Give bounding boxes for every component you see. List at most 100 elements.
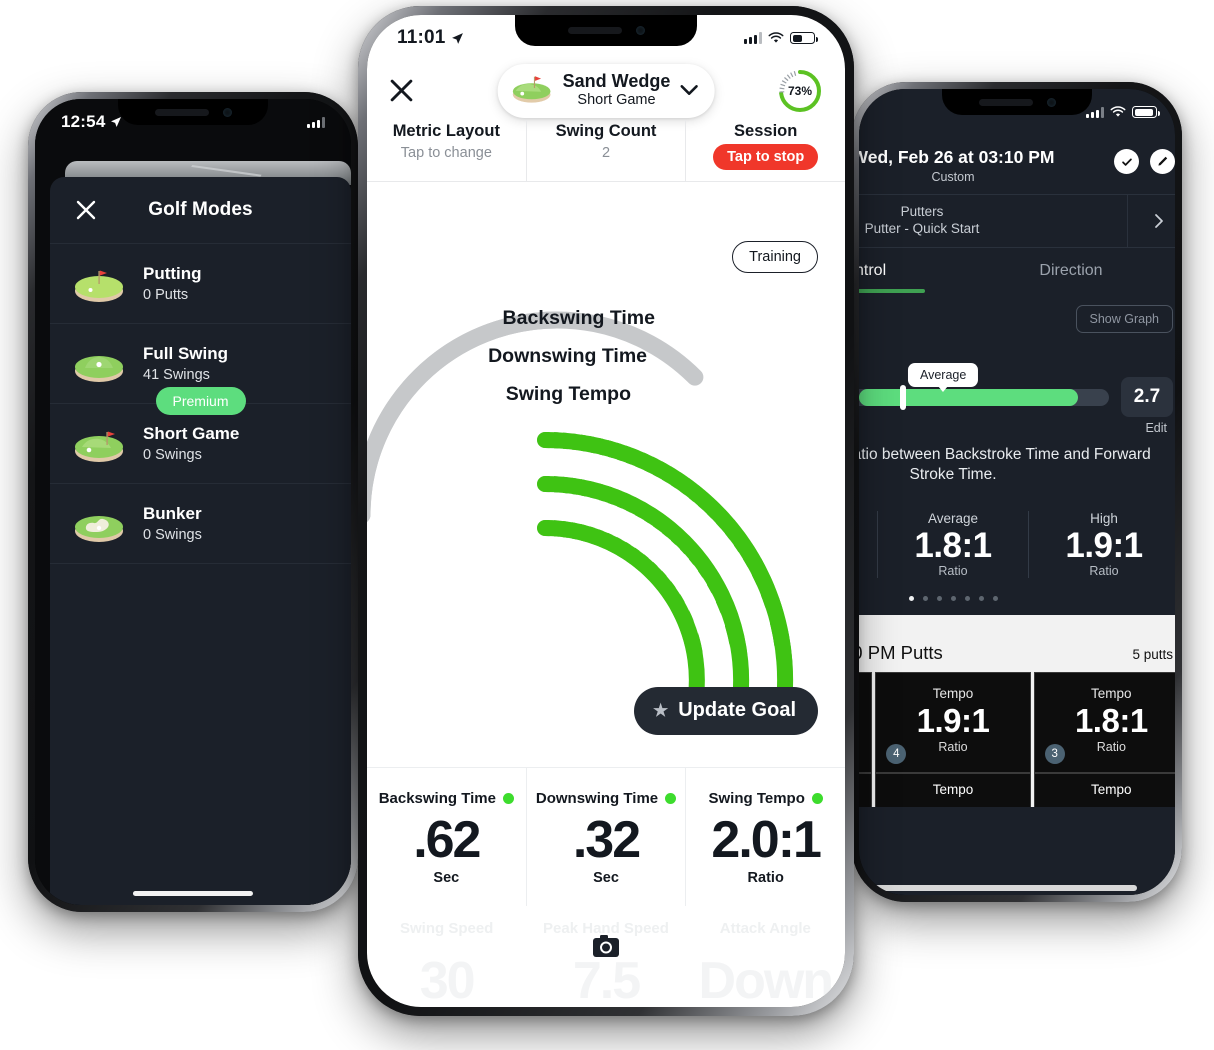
notch [942, 89, 1092, 115]
club-selector-row[interactable]: Putters Putter - Quick Start [859, 194, 1175, 248]
club-text: Putters Putter - Quick Start [859, 195, 1127, 247]
phone-center-live-swing: 11:01 Sand Wedge Short Game 73% Metric L… [358, 6, 854, 1016]
metric-card-tempo[interactable]: Swing Tempo 2.0:1 Ratio [685, 768, 845, 907]
slider-knob[interactable] [899, 384, 906, 410]
mode-row-short-game[interactable]: Premium Short Game 0 Swings [50, 387, 351, 484]
gauge-label-tempo: Swing Tempo [505, 383, 631, 405]
pencil-circle-icon[interactable] [1150, 149, 1175, 174]
notch [118, 99, 268, 125]
stat-metric-layout[interactable]: Metric Layout Tap to change [367, 120, 526, 181]
session-actions [1114, 149, 1175, 174]
metric-label: Swing Speed [399, 920, 494, 937]
metric-card-attack-angle[interactable]: Attack Angle Down [686, 920, 845, 1007]
stat-label: Swing Count [555, 122, 657, 140]
metric-label: Swing Tempo [708, 790, 805, 807]
metric-card-peak-hand-speed[interactable]: Peak Hand Speed 7.5 [526, 920, 685, 1007]
fairway-mound-icon [72, 345, 126, 383]
stat-value: 1.8:1 [859, 526, 873, 565]
current-session-row: Feb 26 at 03:10 PM Putts 5 putts [859, 642, 1173, 664]
mode-row-bunker[interactable]: Bunker 0 Swings [50, 484, 351, 564]
home-indicator[interactable] [132, 891, 254, 896]
stat-session: Session Tap to stop [685, 120, 845, 181]
card-unit: Ratio [859, 740, 871, 754]
chevron-right-icon[interactable] [1127, 195, 1175, 247]
stat-low: Low 1.8:1 Ratio [859, 511, 877, 578]
tab-speed-control[interactable]: Speed Control [859, 262, 953, 289]
card-label: Tempo [859, 686, 871, 701]
location-arrow-icon [111, 117, 122, 127]
session-progress-ring: 73% [777, 68, 823, 114]
metric-card-swing-speed[interactable]: Swing Speed 30 [367, 920, 526, 1007]
stat-unit: Ratio [859, 564, 873, 578]
session-top: Wed, Feb 26 at 03:10 PM Custom Putters P… [859, 89, 1175, 615]
mode-row-putting[interactable]: Putting 0 Putts [50, 244, 351, 324]
mode-name: Bunker [143, 504, 202, 523]
putt-card-next[interactable]: Tempo [859, 773, 873, 808]
cellular-bars-icon [1086, 106, 1104, 118]
front-camera [635, 26, 645, 35]
metric-unit: Sec [593, 870, 619, 887]
check-circle-icon[interactable] [1114, 149, 1139, 174]
stat-label: Session [734, 122, 798, 140]
club-category: Putters [900, 204, 944, 219]
mode-name: Putting [143, 264, 202, 283]
close-icon[interactable] [76, 200, 96, 220]
metric-description: Tempo is the ratio between Backstroke Ti… [859, 446, 1151, 483]
page-dots[interactable] [859, 578, 1175, 615]
wifi-icon [768, 32, 784, 43]
mode-text: Putting 0 Putts [143, 264, 202, 303]
club-name: Putter - Quick Start [864, 221, 980, 236]
horizontal-scrollbar[interactable] [859, 885, 1137, 891]
mode-text: Bunker 0 Swings [143, 504, 202, 543]
card-badge: 4 [886, 744, 907, 765]
metric-label: Backswing Time [378, 790, 496, 807]
club-mode: Short Game [577, 92, 656, 109]
status-indicators [744, 32, 818, 44]
status-time: 11:01 [397, 27, 446, 48]
tab-direction[interactable]: Direction [953, 262, 1175, 289]
metric-label: Attack Angle [719, 920, 811, 937]
putt-card-next[interactable]: Tempo [875, 773, 1031, 808]
metric-label: Downswing Time [535, 790, 659, 807]
status-indicators [1086, 106, 1160, 118]
earpiece-speaker [567, 27, 622, 34]
stat-value: Tap to change [400, 145, 492, 161]
earpiece-speaker [154, 108, 209, 116]
wifi-icon [1110, 106, 1126, 117]
update-goal-button[interactable]: ★ Update Goal [633, 687, 818, 735]
mode-text: Full Swing 41 Swings [143, 344, 228, 383]
putt-card[interactable]: Tempo 1.8:1 Ratio [859, 671, 873, 774]
putt-card[interactable]: Tempo 1.9:1 Ratio 4 [875, 671, 1031, 774]
metric-card-backswing[interactable]: Backswing Time .62 Sec [367, 768, 526, 906]
cellular-bars-icon [744, 32, 762, 44]
status-badge [502, 793, 514, 804]
putt-cards-row: Tempo 1.8:1 Ratio Tempo 1.9:1 Ratio 4 Te… [859, 671, 1175, 774]
putt-card[interactable]: Tempo 1.8:1 Ratio 3 [1033, 671, 1175, 774]
live-swing-screen: 11:01 Sand Wedge Short Game 73% Metric L… [367, 15, 845, 1007]
metric-value: Down [698, 952, 835, 1007]
metric-card-downswing[interactable]: Downswing Time .32 Sec [525, 768, 686, 907]
close-icon[interactable] [389, 78, 414, 103]
stop-session-button[interactable]: Tap to stop [713, 144, 819, 170]
slider-edit-label[interactable]: Edit [1111, 417, 1175, 435]
card-value: 1.8:1 [859, 701, 871, 741]
battery-icon [1132, 106, 1160, 118]
front-camera [222, 107, 232, 117]
earpiece-speaker [978, 98, 1033, 106]
mode-sub: 0 Swings [143, 447, 202, 463]
golf-modes-screen: 12:54 Golf Modes Putting 0 Putts Full Sw… [35, 99, 351, 905]
star-icon: ★ [652, 700, 669, 720]
putt-count: 5 putts [1132, 646, 1173, 662]
sheet-header: Golf Modes [50, 177, 351, 243]
camera-icon[interactable] [593, 935, 619, 957]
status-badge [665, 793, 677, 804]
front-camera [1046, 97, 1056, 107]
goal-slider[interactable]: Average [859, 362, 1109, 410]
putting-session-screen: 2 [859, 89, 1175, 895]
stat-label: High [1090, 510, 1118, 526]
show-graph-button[interactable]: Show Graph [1075, 305, 1173, 333]
putt-card-next[interactable]: Tempo [1033, 773, 1175, 808]
club-selector-pill[interactable]: Sand Wedge Short Game [497, 63, 715, 118]
chevron-down-icon[interactable] [679, 84, 698, 96]
slider-high-value[interactable]: 2.7 [1121, 377, 1173, 417]
